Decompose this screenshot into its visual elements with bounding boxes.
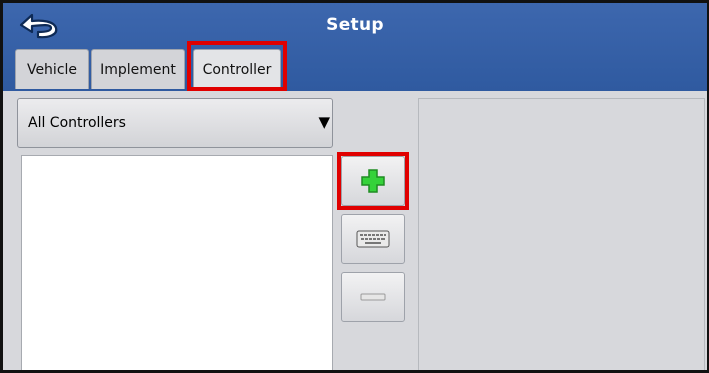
minus-icon	[360, 293, 386, 301]
controller-filter-value: All Controllers	[28, 115, 126, 131]
controller-filter-dropdown[interactable]: All Controllers ▼	[17, 98, 333, 148]
setup-screen: Setup Vehicle Implement Controller All C…	[0, 0, 709, 373]
keyboard-icon	[356, 230, 390, 248]
tab-controller[interactable]: Controller	[193, 49, 281, 89]
plus-icon	[361, 169, 385, 193]
page-title: Setup	[326, 15, 384, 35]
tab-implement[interactable]: Implement	[91, 49, 185, 89]
tab-vehicle[interactable]: Vehicle	[15, 49, 89, 89]
remove-controller-button[interactable]	[341, 272, 405, 322]
header-bar: Setup Vehicle Implement Controller	[3, 3, 707, 91]
controller-details-panel	[418, 98, 705, 370]
controller-list[interactable]	[21, 155, 333, 370]
triangle-down-icon: ▼	[318, 113, 330, 131]
add-controller-button[interactable]	[341, 156, 405, 206]
keyboard-button[interactable]	[341, 214, 405, 264]
